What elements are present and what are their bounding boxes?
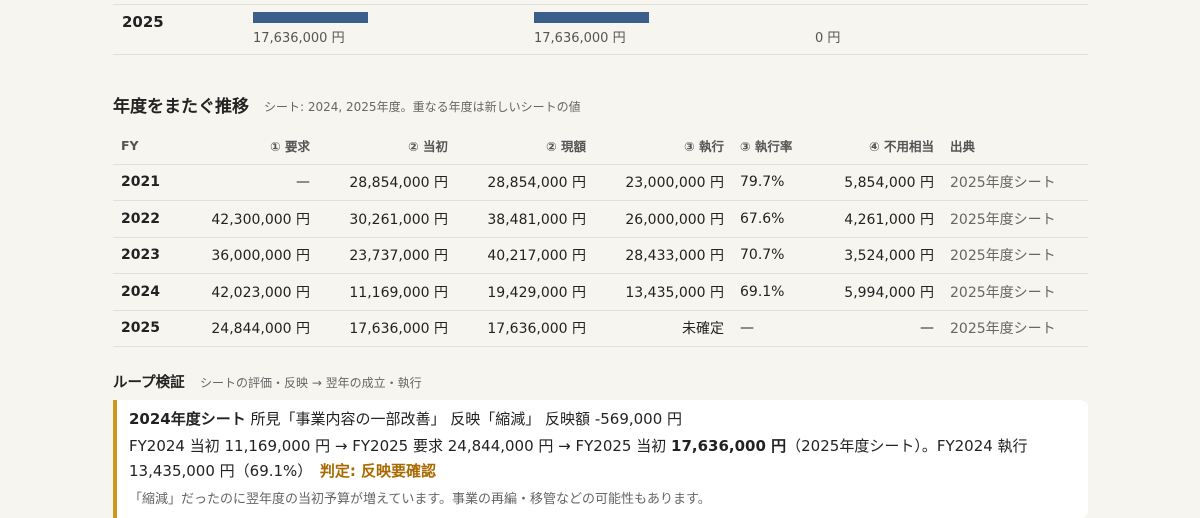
header-current: ② 現額 <box>456 128 594 165</box>
trend-title: 年度をまたぐ推移 <box>113 97 249 117</box>
cell-source: 2025年度シート <box>942 273 1088 311</box>
request-bar-label: 17,636,000 円 <box>253 31 345 46</box>
request-bar <box>253 12 368 23</box>
cell-source: 2025年度シート <box>942 310 1088 347</box>
fy2025-bar-row: 2025 17,636,000 円 17,636,000 円 0 円 <box>113 4 1088 55</box>
cell-current: 40,217,000 円 <box>456 237 594 274</box>
cell-unused: 3,524,000 円 <box>822 237 942 274</box>
cell-execution-rate: 79.7% <box>732 164 822 201</box>
loop-trace-line: FY2024 当初 11,169,000 円 → FY2025 要求 24,84… <box>129 434 1049 484</box>
header-source: 出典 <box>942 128 1088 165</box>
cell-source: 2025年度シート <box>942 200 1088 238</box>
cell-execution: 13,435,000 円 <box>594 273 732 311</box>
cell-execution-rate: 70.7% <box>732 237 822 274</box>
cell-initial: 30,261,000 円 <box>318 200 456 238</box>
header-fy: FY <box>113 128 183 165</box>
loop-note: 「縮減」だったのに翌年度の当初予算が増えています。事業の再編・移管などの可能性も… <box>129 492 711 507</box>
header-initial: ② 当初 <box>318 128 456 165</box>
cell-execution-rate: — <box>732 310 822 347</box>
cell-current: 17,636,000 円 <box>456 310 594 347</box>
table-row: 2022 42,300,000 円 30,261,000 円 38,481,00… <box>113 200 1088 238</box>
loop-trace-pre: FY2024 当初 11,169,000 円 → FY2025 要求 24,84… <box>129 437 672 455</box>
cell-fy: 2023 <box>113 237 183 274</box>
cell-unused: 5,994,000 円 <box>822 273 942 311</box>
cell-request: 42,023,000 円 <box>183 273 318 311</box>
cell-initial: 11,169,000 円 <box>318 273 456 311</box>
cell-current: 38,481,000 円 <box>456 200 594 238</box>
cell-initial: 17,636,000 円 <box>318 310 456 347</box>
execution-bar-label: 0 円 <box>815 31 841 46</box>
loop-sheet-name: 2024年度シート <box>129 410 246 428</box>
cell-execution: 23,000,000 円 <box>594 164 732 201</box>
cell-initial: 28,854,000 円 <box>318 164 456 201</box>
initial-bar-label: 17,636,000 円 <box>534 31 626 46</box>
cell-request: 24,844,000 円 <box>183 310 318 347</box>
cell-request: 36,000,000 円 <box>183 237 318 274</box>
table-row: 2025 24,844,000 円 17,636,000 円 17,636,00… <box>113 310 1088 347</box>
cell-execution: 26,000,000 円 <box>594 200 732 238</box>
trend-table: FY ① 要求 ② 当初 ② 現額 ③ 執行 ③ 執行率 ④ 不用相当 出典 2… <box>113 128 1088 347</box>
header-unused: ④ 不用相当 <box>822 128 942 165</box>
cell-fy: 2021 <box>113 164 183 201</box>
cell-current: 19,429,000 円 <box>456 273 594 311</box>
header-execution-rate: ③ 執行率 <box>732 128 822 165</box>
cell-execution-rate: 69.1% <box>732 273 822 311</box>
loop-finding: 所見「事業内容の一部改善」 反映「縮減」 反映額 -569,000 円 <box>245 410 683 428</box>
loop-finding-line: 2024年度シート 所見「事業内容の一部改善」 反映「縮減」 反映額 -569,… <box>129 408 1076 430</box>
cell-execution-rate: 67.6% <box>732 200 822 238</box>
cell-request: — <box>183 164 318 201</box>
table-row: 2021 — 28,854,000 円 28,854,000 円 23,000,… <box>113 164 1088 201</box>
cell-fy: 2022 <box>113 200 183 238</box>
table-row: 2024 42,023,000 円 11,169,000 円 19,429,00… <box>113 273 1088 311</box>
fy-label: 2025 <box>122 13 164 31</box>
loop-check-card: 2024年度シート 所見「事業内容の一部改善」 反映「縮減」 反映額 -569,… <box>113 400 1088 518</box>
cell-source: 2025年度シート <box>942 164 1088 201</box>
cell-unused: 4,261,000 円 <box>822 200 942 238</box>
table-row: 2023 36,000,000 円 23,737,000 円 40,217,00… <box>113 237 1088 274</box>
initial-bar <box>534 12 649 23</box>
cell-source: 2025年度シート <box>942 237 1088 274</box>
trend-subtitle: シート: 2024, 2025年度。重なる年度は新しいシートの値 <box>264 100 581 114</box>
loop-trace-highlight: 17,636,000 円 <box>671 437 787 455</box>
cell-fy: 2025 <box>113 310 183 347</box>
cell-unused: 5,854,000 円 <box>822 164 942 201</box>
cell-execution: 28,433,000 円 <box>594 237 732 274</box>
loop-subtitle: シートの評価・反映 → 翌年の成立・執行 <box>200 376 422 390</box>
cell-unused: — <box>822 310 942 347</box>
cell-request: 42,300,000 円 <box>183 200 318 238</box>
loop-verdict-badge: 判定: 反映要確認 <box>319 462 437 480</box>
cell-initial: 23,737,000 円 <box>318 237 456 274</box>
table-header-row: FY ① 要求 ② 当初 ② 現額 ③ 執行 ③ 執行率 ④ 不用相当 出典 <box>113 128 1088 165</box>
cell-execution: 未確定 <box>594 310 732 347</box>
header-request: ① 要求 <box>183 128 318 165</box>
cell-fy: 2024 <box>113 273 183 311</box>
loop-title: ループ検証 <box>113 375 185 391</box>
header-execution: ③ 執行 <box>594 128 732 165</box>
cell-current: 28,854,000 円 <box>456 164 594 201</box>
